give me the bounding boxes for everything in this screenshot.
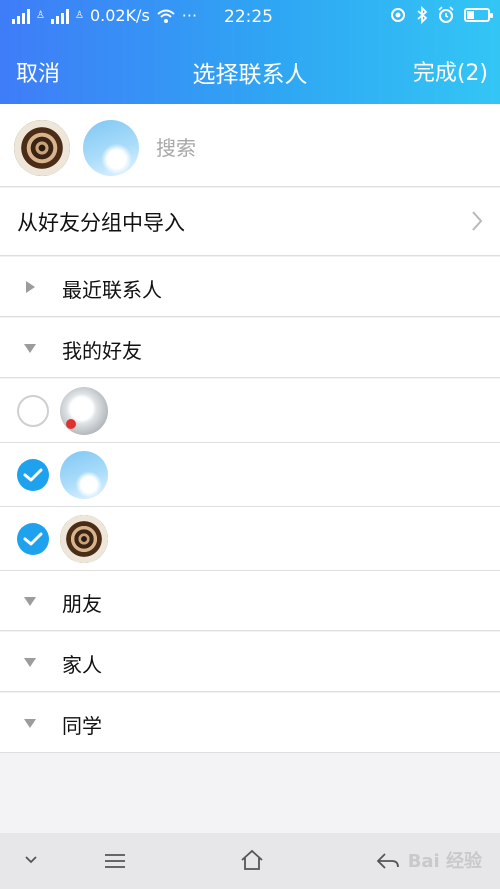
triangle-down-icon (24, 658, 36, 667)
status-right (389, 6, 493, 24)
import-from-group-row[interactable]: 从好友分组中导入 (0, 188, 500, 256)
app-header: ♙ ♙ 0.02K/s ··· 22:25 取消 选择联系人 完成(2) (0, 0, 500, 104)
selected-avatar-coffee[interactable] (14, 120, 70, 176)
done-button[interactable]: 完成(2) (413, 55, 488, 87)
network-speed: 0.02K/s (89, 6, 150, 25)
signal-icon (50, 8, 69, 24)
status-left: ♙ ♙ 0.02K/s ··· (12, 6, 197, 25)
back-icon[interactable] (376, 852, 400, 870)
status-bar: ♙ ♙ 0.02K/s ··· 22:25 (0, 0, 500, 36)
bluetooth-icon (417, 6, 428, 24)
location-icon (391, 8, 405, 22)
friend-row[interactable] (0, 507, 500, 571)
battery-icon (464, 8, 493, 22)
triangle-down-icon (24, 719, 36, 728)
group-label: 家人 (62, 653, 102, 677)
cat-avatar (60, 387, 108, 435)
group-classmates[interactable]: 同学 (0, 693, 500, 753)
carrier-indicator-icon: ♙ (74, 10, 84, 21)
group-recent-contacts[interactable]: 最近联系人 (0, 257, 500, 317)
alarm-icon (438, 6, 454, 23)
group-label: 最近联系人 (62, 278, 162, 302)
checkmark-circle-icon[interactable] (17, 523, 49, 555)
carrier-indicator-icon: ♙ (36, 10, 45, 21)
group-my-friends[interactable]: 我的好友 (0, 318, 500, 378)
more-dots: ··· (181, 6, 198, 25)
sky-avatar (60, 451, 108, 499)
unchecked-circle-icon[interactable] (17, 395, 49, 427)
group-label: 朋友 (62, 592, 102, 616)
chevron-right-icon (472, 211, 483, 231)
group-family[interactable]: 家人 (0, 632, 500, 692)
system-nav-bar: Bai 经验 (0, 833, 500, 889)
menu-icon[interactable] (104, 853, 126, 869)
group-label: 同学 (62, 714, 102, 738)
friend-row[interactable] (0, 379, 500, 443)
group-label: 我的好友 (62, 339, 142, 363)
checkmark-circle-icon[interactable] (17, 459, 49, 491)
triangle-down-icon (24, 597, 36, 606)
import-label: 从好友分组中导入 (17, 211, 185, 235)
coffee-avatar (60, 515, 108, 563)
chevron-down-icon[interactable] (24, 855, 38, 865)
triangle-right-icon (26, 281, 35, 293)
selected-avatar-sky[interactable] (83, 120, 139, 176)
clock: 22:25 (224, 7, 273, 27)
watermark: Bai 经验 (407, 851, 482, 872)
group-friends[interactable]: 朋友 (0, 571, 500, 631)
home-icon[interactable] (240, 849, 264, 871)
search-input[interactable] (156, 128, 476, 168)
friend-row[interactable] (0, 443, 500, 507)
wifi-icon (157, 9, 175, 23)
search-bar (0, 104, 500, 187)
title-bar: 取消 选择联系人 完成(2) (0, 44, 500, 96)
triangle-down-icon (24, 344, 36, 353)
signal-icon (12, 8, 30, 24)
